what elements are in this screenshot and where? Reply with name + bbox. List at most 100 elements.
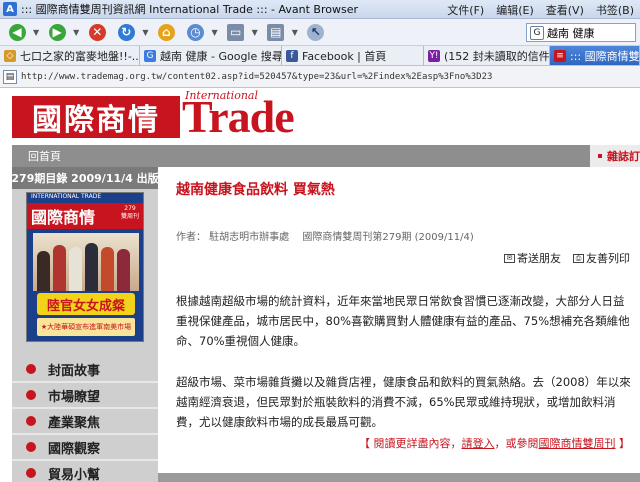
url-field[interactable]: http://www.trademag.org.tw/content02.asp… [21, 72, 492, 82]
layout-icon: ▤ [267, 23, 285, 41]
article-source: 國際商情雙周刊第279期 (2009/11/4) [302, 232, 474, 243]
red-dot-icon [26, 468, 36, 478]
home-link[interactable]: 回首頁 [28, 148, 61, 164]
home-button[interactable]: ⌂ [153, 21, 179, 43]
sidebar-item-cover-story[interactable]: 封面故事 [12, 357, 158, 383]
window-button[interactable]: ▭ [223, 21, 249, 43]
menu-file[interactable]: 文件(F) [447, 2, 484, 18]
window-icon: ▭ [227, 23, 245, 41]
history-dropdown-icon[interactable]: ▼ [211, 28, 217, 37]
tab-3-favicon: f [286, 49, 298, 62]
page-icon: ▤ [3, 69, 17, 84]
subscribe-link[interactable]: 雜誌訂 [590, 145, 640, 167]
content-bottom-bar [158, 473, 640, 482]
read-more-notice: 【 閱讀更詳盡內容，請登入，或參閱國際商情雙周刊 】 [359, 435, 630, 451]
forward-arrow-icon: ▶ [48, 23, 66, 41]
search-engine-icon[interactable]: G [530, 25, 544, 40]
refresh-dropdown-icon[interactable]: ▼ [142, 28, 148, 37]
cover-photo [33, 233, 139, 291]
send-to-friend-label: 寄送朋友 [517, 252, 561, 265]
readmore-prefix: 【 閱讀更詳盡內容， [359, 437, 462, 450]
web-page: 國際商情 International Trade 回首頁 雜誌訂 279期目錄 … [0, 88, 640, 482]
back-dropdown-icon[interactable]: ▼ [33, 28, 39, 37]
send-to-friend-button[interactable]: ✉ 寄送朋友 [504, 250, 561, 266]
cover-subline: ★大陸華碩宣布進軍南美市場 [37, 318, 135, 336]
sidebar: 279期目錄 2009/11/4 出版 INTERNATIONAL TRADE … [11, 167, 159, 482]
sidebar-item-label: 國際觀察 [48, 441, 101, 457]
tab-4[interactable]: Y! (152 封未讀取的信件 -... [424, 46, 550, 65]
tab-2-favicon: G [144, 49, 156, 62]
readmore-suffix: 】 [615, 437, 630, 450]
article-paragraph-1: 根據越南超級市場的統計資料，近年來當地民眾日常飲食習慣已逐漸改變，大部分人日益重… [176, 294, 630, 348]
tab-5-active[interactable]: ≡ ::: 國際商情雙... [550, 46, 640, 65]
square-bullet-icon [598, 154, 602, 158]
forward-button[interactable]: ▶ [44, 21, 70, 43]
red-dot-icon [26, 416, 36, 426]
sidebar-item-market-outlook[interactable]: 市場瞭望 [12, 383, 158, 409]
refresh-icon: ↻ [117, 23, 135, 41]
printer-icon: ⎙ [573, 253, 584, 263]
clock-icon: ◷ [186, 23, 204, 41]
tab-3-label: Facebook | 首頁 [302, 49, 387, 63]
red-dot-icon [26, 390, 36, 400]
sidebar-item-label: 市場瞭望 [48, 389, 101, 405]
cover-issue-number: 279 [124, 205, 136, 212]
print-button[interactable]: ⎙ 友善列印 [573, 250, 630, 266]
cover-issue: 279 雙周刊 [121, 205, 139, 221]
article-paragraph-2: 超級市場、菜市場雜貨攤以及雜貨店裡，健康食品和飲料的買氣熱絡。去（2008）年以… [176, 375, 631, 429]
sidebar-item-label: 貿易小幫 [48, 467, 101, 482]
sidebar-item-industry-focus[interactable]: 產業聚焦 [12, 409, 158, 435]
avant-browser-icon: A [3, 2, 17, 16]
back-arrow-icon: ◀ [8, 23, 26, 41]
envelope-icon: ✉ [504, 253, 515, 263]
window-dropdown-icon[interactable]: ▼ [252, 28, 258, 37]
magazine-cover[interactable]: INTERNATIONAL TRADE 國際商情 279 雙周刊 陸官女女成粲 … [26, 192, 144, 342]
issue-header: 279期目錄 2009/11/4 出版 [11, 167, 159, 189]
back-button[interactable]: ◀ [4, 21, 30, 43]
print-label: 友善列印 [586, 252, 630, 265]
magazine-link[interactable]: 國際商情雙周刊 [539, 437, 616, 450]
refresh-button[interactable]: ↻ [113, 21, 139, 43]
menu-view[interactable]: 查看(V) [546, 2, 584, 18]
article-author: 作者： 駐胡志明市辦事處 [176, 232, 290, 243]
top-nav-bar: 回首頁 雜誌訂 [12, 145, 640, 167]
tab-3[interactable]: f Facebook | 首頁 [282, 46, 424, 65]
cursor-button[interactable]: ↖ [303, 21, 329, 43]
tab-2-label: 越南 健康 - Google 搜尋 [160, 49, 282, 63]
forward-dropdown-icon[interactable]: ▼ [73, 28, 79, 37]
stop-button[interactable]: ✕ [84, 21, 110, 43]
home-icon: ⌂ [157, 23, 175, 41]
window-title: ::: 國際商情雙周刊資訊網 International Trade ::: -… [21, 3, 358, 16]
sidebar-item-trade-helper[interactable]: 貿易小幫 [12, 461, 158, 482]
search-box[interactable]: G [526, 23, 636, 42]
cover-top-text: INTERNATIONAL TRADE [31, 193, 102, 200]
history-button[interactable]: ◷ [182, 21, 208, 43]
site-logo[interactable]: 國際商情 International Trade [12, 88, 640, 144]
tab-1[interactable]: ◇ 七口之家的富麥地盤!!-... [0, 46, 140, 65]
logo-chinese: 國際商情 [12, 96, 180, 138]
tab-5-label: ::: 國際商情雙... [570, 49, 640, 63]
red-dot-icon [26, 364, 36, 374]
menu-bookmarks[interactable]: 书签(B) [596, 2, 634, 18]
layout-dropdown-icon[interactable]: ▼ [292, 28, 298, 37]
layout-button[interactable]: ▤ [263, 21, 289, 43]
sidebar-item-international[interactable]: 國際觀察 [12, 435, 158, 461]
address-bar[interactable]: ▤ http://www.trademag.org.tw/content02.a… [0, 66, 640, 88]
cover-issue-sub: 雙周刊 [120, 213, 139, 220]
cover-headline: 陸官女女成粲 [37, 293, 135, 315]
article-meta: 作者： 駐胡志明市辦事處 國際商情雙周刊第279期 (2009/11/4) [176, 228, 484, 243]
stop-icon: ✕ [88, 23, 106, 41]
navigation-toolbar: ◀ ▼ ▶ ▼ ✕ ↻ ▼ ⌂ ◷ ▼ ▭ ▼ ▤ ▼ ↖ G [0, 19, 640, 46]
article-tools: ✉ 寄送朋友 ⎙ 友善列印 [504, 250, 630, 266]
red-dot-icon [26, 442, 36, 452]
article-title: 越南健康食品飲料 買氣熱 [176, 182, 335, 198]
menu-edit[interactable]: 编辑(E) [496, 2, 534, 18]
login-link[interactable]: 請登入 [462, 437, 495, 450]
sidebar-item-label: 產業聚焦 [48, 415, 101, 431]
tab-2[interactable]: G 越南 健康 - Google 搜尋 [140, 46, 282, 65]
tab-bar: ◇ 七口之家的富麥地盤!!-... G 越南 健康 - Google 搜尋 f … [0, 46, 640, 66]
search-input[interactable] [547, 26, 627, 39]
logo-trade: Trade [182, 91, 295, 142]
sidebar-menu: 封面故事 市場瞭望 產業聚焦 國際觀察 貿易小幫 [12, 357, 158, 482]
tab-1-favicon: ◇ [4, 49, 16, 62]
